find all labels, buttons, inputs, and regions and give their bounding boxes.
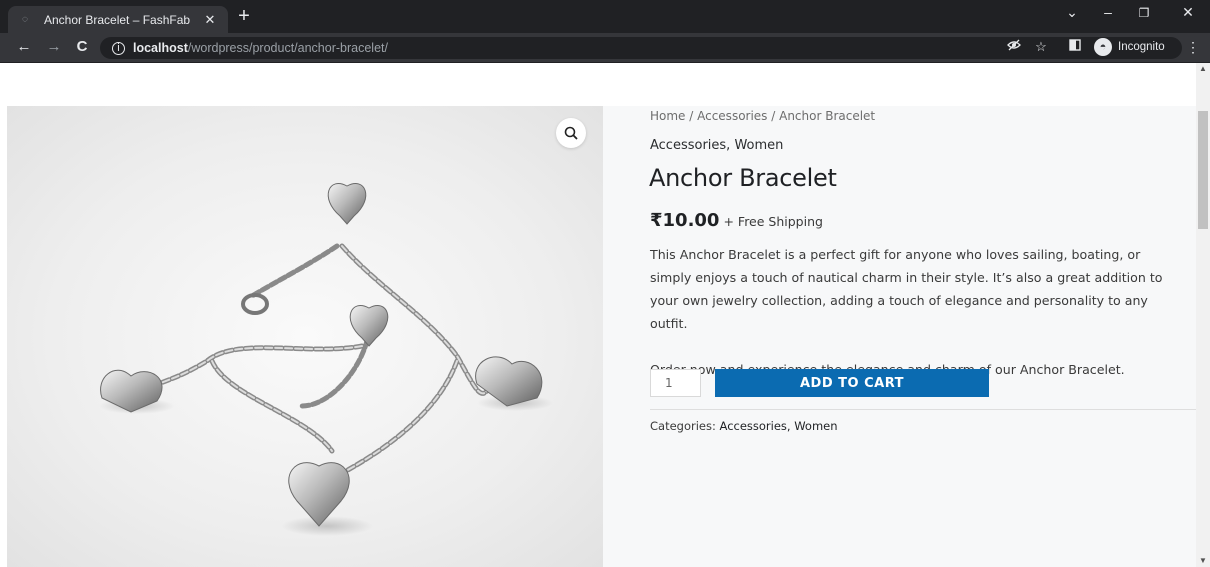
breadcrumb[interactable]: Home / Accessories / Anchor Bracelet [650, 109, 875, 123]
side-panel-icon[interactable] [1066, 39, 1084, 54]
meta-label: Categories: [650, 419, 716, 433]
incognito-label: Incognito [1118, 41, 1165, 53]
back-icon[interactable]: ← [14, 38, 34, 55]
scroll-up-icon[interactable]: ▲ [1196, 63, 1210, 75]
menu-icon[interactable]: ⋮ [1186, 39, 1200, 56]
info-icon[interactable]: i [112, 41, 125, 55]
minimize-icon[interactable]: – [1098, 4, 1118, 20]
summary-content: Home / Accessories / Anchor Bracelet Acc… [0, 63, 1196, 567]
tab-title: Anchor Bracelet – FashFab [44, 12, 191, 27]
scroll-thumb[interactable] [1198, 111, 1208, 229]
price-row: ₹10.00 + Free Shipping [650, 210, 823, 231]
description-paragraph: This Anchor Bracelet is a perfect gift f… [650, 247, 1163, 331]
shipping-note: + Free Shipping [723, 214, 823, 229]
scroll-down-icon[interactable]: ▼ [1196, 555, 1210, 567]
meta-categories[interactable]: Accessories, Women [720, 419, 838, 433]
restore-icon[interactable]: ❐ [1134, 6, 1154, 20]
add-to-cart-button[interactable]: ADD TO CART [715, 369, 989, 397]
url-path: /wordpress/product/anchor-bracelet/ [187, 41, 388, 55]
product-price: ₹10.00 [650, 210, 720, 231]
browser-tab-strip: ◌ Anchor Bracelet – FashFab ✕ + ⌄ – ❐ ✕ [0, 0, 1210, 33]
browser-tab[interactable]: ◌ Anchor Bracelet – FashFab ✕ [8, 6, 228, 33]
url-host: localhost [133, 41, 188, 55]
star-icon[interactable]: ☆ [1032, 39, 1050, 55]
tab-search-icon[interactable]: ⌄ [1062, 4, 1082, 21]
page-title: Anchor Bracelet [649, 164, 837, 192]
close-tab-icon[interactable]: ✕ [202, 12, 218, 28]
new-tab-button[interactable]: + [234, 5, 254, 28]
product-categories-top[interactable]: Accessories, Women [650, 138, 783, 153]
incognito-indicator[interactable]: ◓ Incognito [1094, 38, 1165, 56]
divider [650, 409, 1196, 410]
reload-icon[interactable]: C [72, 38, 92, 55]
forward-icon[interactable]: → [44, 38, 64, 55]
incognito-icon: ◓ [1094, 38, 1112, 56]
favicon-icon: ◌ [22, 13, 28, 25]
browser-toolbar: ← → C i localhost/wordpress/product/anch… [0, 33, 1210, 63]
close-window-icon[interactable]: ✕ [1178, 4, 1198, 21]
product-meta: Categories: Accessories, Women [650, 419, 838, 433]
page-scrollbar[interactable]: ▲ ▼ [1196, 63, 1210, 567]
quantity-input[interactable] [650, 369, 701, 397]
eye-off-icon[interactable] [1005, 39, 1023, 54]
